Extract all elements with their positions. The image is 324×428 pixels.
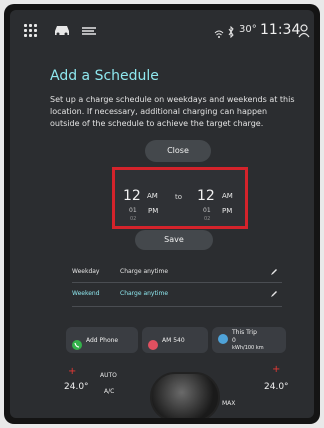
radio-icon bbox=[148, 335, 158, 350]
trip-card[interactable]: This Trip 0 kWh/100 km bbox=[212, 327, 286, 353]
volume-knob[interactable] bbox=[150, 372, 220, 418]
weekend-label: Weekend bbox=[72, 290, 100, 297]
row-divider bbox=[72, 282, 282, 283]
grid-icon[interactable] bbox=[24, 24, 38, 37]
phone-icon bbox=[72, 335, 82, 350]
to-label: to bbox=[175, 193, 183, 201]
car-icon bbox=[218, 329, 228, 344]
screen: 30° 11:34 Add a Schedule Set up a charge… bbox=[10, 10, 314, 418]
trip-value: 0 bbox=[232, 337, 236, 344]
start-minute[interactable]: 01 bbox=[129, 207, 137, 214]
plus-icon[interactable]: + bbox=[68, 366, 76, 377]
close-button[interactable]: Close bbox=[145, 140, 211, 162]
auto-label[interactable]: AUTO bbox=[100, 372, 117, 379]
fan-icon[interactable] bbox=[80, 22, 98, 40]
time-picker[interactable]: 12 AM 01 PM 02 to 12 AM 01 PM 02 bbox=[112, 167, 248, 229]
bluetooth-icon bbox=[227, 23, 235, 39]
start-pm[interactable]: PM bbox=[148, 207, 158, 215]
wifi-icon bbox=[214, 24, 224, 38]
temperature-readout: 30° bbox=[239, 24, 257, 35]
add-phone-label: Add Phone bbox=[86, 337, 119, 344]
left-temperature[interactable]: 24.0° bbox=[64, 382, 89, 392]
row-divider bbox=[72, 306, 282, 307]
end-am[interactable]: AM bbox=[222, 192, 233, 200]
page-title: Add a Schedule bbox=[50, 68, 159, 84]
trip-unit: kWh/100 km bbox=[232, 345, 264, 351]
save-button[interactable]: Save bbox=[135, 230, 213, 250]
weekday-label: Weekday bbox=[72, 268, 100, 275]
start-am[interactable]: AM bbox=[147, 192, 158, 200]
right-temperature[interactable]: 24.0° bbox=[264, 382, 289, 392]
radio-card[interactable]: AM 540 bbox=[142, 327, 208, 353]
end-hour[interactable]: 12 bbox=[197, 188, 215, 204]
ac-label[interactable]: A/C bbox=[104, 388, 114, 395]
plus-icon[interactable]: + bbox=[272, 364, 280, 375]
user-icon[interactable] bbox=[298, 23, 310, 38]
weekend-value: Charge anytime bbox=[120, 290, 169, 297]
max-label[interactable]: MAX bbox=[222, 400, 235, 407]
end-minute[interactable]: 01 bbox=[203, 207, 211, 214]
end-pm[interactable]: PM bbox=[222, 207, 232, 215]
add-phone-card[interactable]: Add Phone bbox=[66, 327, 138, 353]
weekday-row[interactable]: Weekday Charge anytime bbox=[72, 266, 282, 282]
car-icon[interactable] bbox=[52, 22, 72, 38]
weekday-value: Charge anytime bbox=[120, 268, 169, 275]
weekend-row[interactable]: Weekend Charge anytime bbox=[72, 288, 282, 304]
status-bar: 30° 11:34 bbox=[10, 10, 314, 50]
page-description: Set up a charge schedule on weekdays and… bbox=[50, 95, 295, 128]
start-minute-next: 02 bbox=[130, 216, 137, 222]
display-bezel: 30° 11:34 Add a Schedule Set up a charge… bbox=[4, 4, 320, 424]
climate-bar: + 24.0° AUTO A/C MAX + 24.0° bbox=[10, 360, 314, 418]
trip-title: This Trip bbox=[232, 329, 257, 336]
start-hour[interactable]: 12 bbox=[123, 188, 141, 204]
end-minute-next: 02 bbox=[204, 216, 211, 222]
edit-pencil-icon[interactable] bbox=[270, 268, 278, 276]
edit-pencil-icon[interactable] bbox=[270, 290, 278, 298]
radio-station: AM 540 bbox=[162, 337, 185, 344]
clock: 11:34 bbox=[260, 22, 301, 38]
